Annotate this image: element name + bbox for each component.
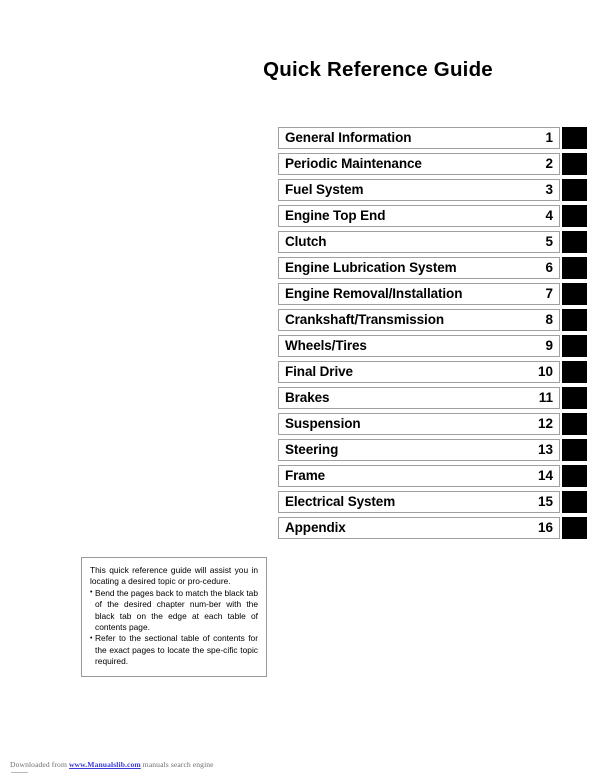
note-bullet-item: Refer to the sectional table of contents… xyxy=(90,633,258,667)
footer-suffix-text: manuals search engine xyxy=(140,760,214,769)
chapter-row-box[interactable]: Brakes 11 xyxy=(278,387,560,409)
chapter-index-row[interactable]: Brakes 11 xyxy=(278,387,588,409)
footer-watermark: Downloaded from www.Manualslib.com manua… xyxy=(10,760,214,769)
chapter-row-box[interactable]: Appendix 16 xyxy=(278,517,560,539)
footer-prefix-text: Downloaded from xyxy=(10,760,69,769)
chapter-title: Wheels/Tires xyxy=(285,339,367,353)
chapter-index-row[interactable]: General Information 1 xyxy=(278,127,588,149)
chapter-title: General Information xyxy=(285,131,412,145)
chapter-number: 15 xyxy=(537,494,553,510)
chapter-title: Brakes xyxy=(285,391,330,405)
chapter-title: Final Drive xyxy=(285,365,353,379)
chapter-number: 13 xyxy=(537,442,553,458)
chapter-row-box[interactable]: Crankshaft/Transmission 8 xyxy=(278,309,560,331)
chapter-title: Frame xyxy=(285,469,326,483)
chapter-black-tab xyxy=(562,439,587,461)
chapter-row-box[interactable]: Final Drive 10 xyxy=(278,361,560,383)
chapter-row-box[interactable]: Steering 13 xyxy=(278,439,560,461)
chapter-title: Fuel System xyxy=(285,183,364,197)
instructions-note-box: This quick reference guide will assist y… xyxy=(81,557,267,677)
chapter-row-box[interactable]: Periodic Maintenance 2 xyxy=(278,153,560,175)
chapter-number: 9 xyxy=(545,338,553,354)
chapter-index-table: General Information 1 Periodic Maintenance… xyxy=(278,127,588,539)
chapter-row-box[interactable]: Clutch 5 xyxy=(278,231,560,253)
note-bullet-text: Bend the pages back to match the black t… xyxy=(95,587,258,633)
chapter-row-box[interactable]: Engine Lubrication System 6 xyxy=(278,257,560,279)
chapter-number: 5 xyxy=(545,234,553,250)
chapter-number: 14 xyxy=(537,468,553,484)
chapter-row-box[interactable]: Engine Removal/Installation 7 xyxy=(278,283,560,305)
chapter-number: 8 xyxy=(545,312,553,328)
chapter-index-row[interactable]: Final Drive 10 xyxy=(278,361,588,383)
chapter-black-tab xyxy=(562,413,587,435)
chapter-title: Engine Lubrication System xyxy=(285,261,457,275)
chapter-title: Suspension xyxy=(285,417,361,431)
chapter-black-tab xyxy=(562,257,587,279)
chapter-title: Crankshaft/Transmission xyxy=(285,313,445,327)
chapter-title: Steering xyxy=(285,443,339,457)
chapter-title: Electrical System xyxy=(285,495,396,509)
chapter-index-row[interactable]: Engine Lubrication System 6 xyxy=(278,257,588,279)
chapter-title: Appendix xyxy=(285,521,346,535)
chapter-black-tab xyxy=(562,127,587,149)
footer-divider-rule xyxy=(11,772,28,773)
chapter-row-box[interactable]: Frame 14 xyxy=(278,465,560,487)
chapter-index-row[interactable]: Steering 13 xyxy=(278,439,588,461)
chapter-black-tab xyxy=(562,335,587,357)
chapter-black-tab xyxy=(562,205,587,227)
note-intro-paragraph: This quick reference guide will assist y… xyxy=(90,565,258,587)
chapter-row-box[interactable]: Electrical System 15 xyxy=(278,491,560,513)
chapter-index-row[interactable]: Clutch 5 xyxy=(278,231,588,253)
chapter-index-row[interactable]: Periodic Maintenance 2 xyxy=(278,153,588,175)
chapter-black-tab xyxy=(562,465,587,487)
chapter-black-tab xyxy=(562,231,587,253)
chapter-number: 10 xyxy=(537,364,553,380)
note-bullet-item: Bend the pages back to match the black t… xyxy=(90,587,258,634)
chapter-index-row[interactable]: Suspension 12 xyxy=(278,413,588,435)
chapter-row-box[interactable]: Fuel System 3 xyxy=(278,179,560,201)
chapter-title: Periodic Maintenance xyxy=(285,157,422,171)
chapter-title: Clutch xyxy=(285,235,327,249)
chapter-title: Engine Removal/Installation xyxy=(285,287,463,301)
chapter-number: 11 xyxy=(538,390,553,406)
chapter-row-box[interactable]: General Information 1 xyxy=(278,127,560,149)
chapter-index-row[interactable]: Fuel System 3 xyxy=(278,179,588,201)
chapter-row-box[interactable]: Wheels/Tires 9 xyxy=(278,335,560,357)
chapter-black-tab xyxy=(562,387,587,409)
chapter-row-box[interactable]: Suspension 12 xyxy=(278,413,560,435)
chapter-black-tab xyxy=(562,179,587,201)
chapter-black-tab xyxy=(562,153,587,175)
chapter-black-tab xyxy=(562,309,587,331)
chapter-number: 3 xyxy=(545,182,553,198)
chapter-title: Engine Top End xyxy=(285,209,386,223)
chapter-number: 4 xyxy=(545,208,553,224)
chapter-index-row[interactable]: Wheels/Tires 9 xyxy=(278,335,588,357)
chapter-index-row[interactable]: Electrical System 15 xyxy=(278,491,588,513)
chapter-row-box[interactable]: Engine Top End 4 xyxy=(278,205,560,227)
chapter-index-row[interactable]: Engine Removal/Installation 7 xyxy=(278,283,588,305)
chapter-index-row[interactable]: Crankshaft/Transmission 8 xyxy=(278,309,588,331)
chapter-index-row[interactable]: Engine Top End 4 xyxy=(278,205,588,227)
chapter-black-tab xyxy=(562,361,587,383)
chapter-number: 6 xyxy=(545,260,553,276)
chapter-index-row[interactable]: Appendix 16 xyxy=(278,517,588,539)
chapter-number: 7 xyxy=(545,286,553,302)
note-bullet-text: Refer to the sectional table of contents… xyxy=(95,633,258,667)
page-title: Quick Reference Guide xyxy=(263,58,493,81)
chapter-black-tab xyxy=(562,283,587,305)
chapter-index-row[interactable]: Frame 14 xyxy=(278,465,588,487)
chapter-number: 12 xyxy=(537,416,553,432)
chapter-black-tab xyxy=(562,491,587,513)
chapter-black-tab xyxy=(562,517,587,539)
chapter-number: 16 xyxy=(537,520,553,536)
manualslib-link[interactable]: www.Manualslib.com xyxy=(69,760,141,769)
chapter-number: 1 xyxy=(545,130,553,146)
chapter-number: 2 xyxy=(545,156,553,172)
